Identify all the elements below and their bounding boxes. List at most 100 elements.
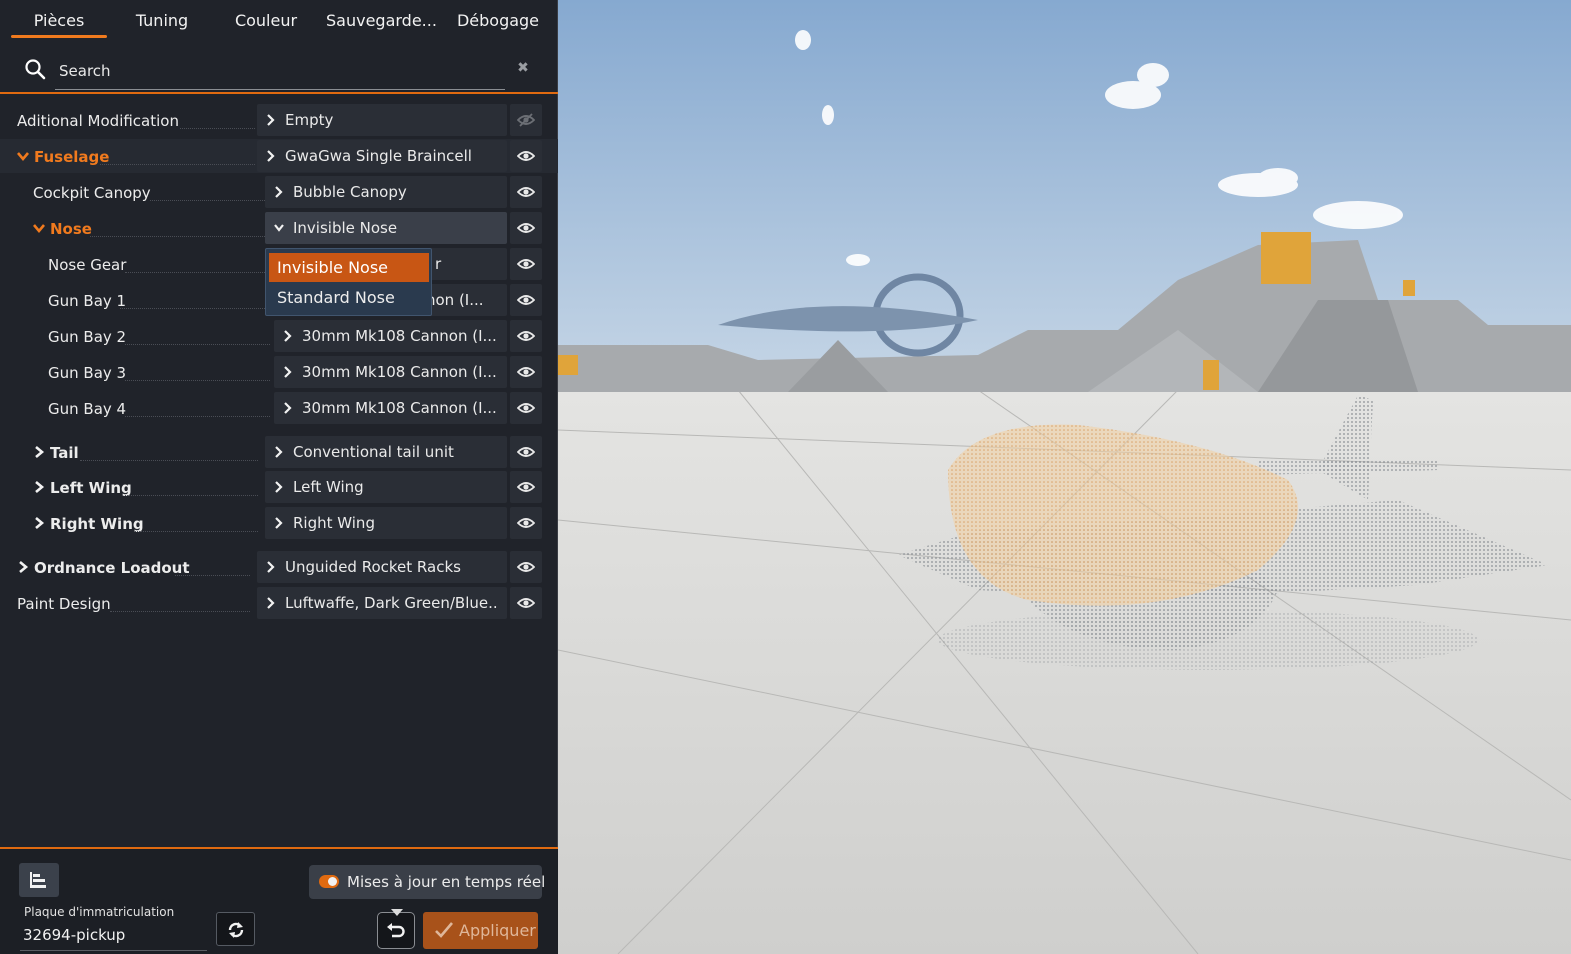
chevron-down-icon <box>274 224 284 232</box>
leader-dots <box>100 164 255 165</box>
chevron-down-icon[interactable] <box>17 150 29 162</box>
eye-icon <box>517 562 535 572</box>
chevron-right-icon <box>275 446 283 458</box>
part-select-paint-design[interactable]: Luftwaffe, Dark Green/Blue... <box>257 587 507 619</box>
eye-icon <box>517 598 535 608</box>
tab-tuning[interactable]: Tuning <box>120 0 204 40</box>
view-mode-button[interactable] <box>19 863 59 897</box>
part-label[interactable]: Left Wing <box>50 470 132 504</box>
search-bar: ✖ <box>0 46 558 94</box>
toggle-switch[interactable] <box>319 875 339 888</box>
part-value: 30mm Mk108 Cannon (I... <box>302 399 497 417</box>
part-value: Bubble Canopy <box>293 183 407 201</box>
part-select-right-wing[interactable]: Right Wing <box>265 507 507 539</box>
part-label: Cockpit Canopy <box>33 184 151 202</box>
eye-icon <box>517 187 535 197</box>
part-select-ordnance-loadout[interactable]: Unguided Rocket Racks <box>257 551 507 583</box>
part-row-paint-design: Paint Design Luftwaffe, Dark Green/Blue..… <box>0 586 558 620</box>
checkmark-icon <box>435 922 453 938</box>
part-select-aditional-modification[interactable]: Empty <box>257 104 507 136</box>
eye-icon <box>517 151 535 161</box>
dropdown-option-invisible-nose[interactable]: Invisible Nose <box>269 253 429 282</box>
part-value: Right Wing <box>293 514 375 532</box>
part-label[interactable]: Right Wing <box>50 506 144 540</box>
part-select-tail[interactable]: Conventional tail unit <box>265 436 507 468</box>
part-select-gun-bay-2[interactable]: 30mm Mk108 Cannon (I... <box>274 320 507 352</box>
part-label[interactable]: Fuselage <box>34 139 109 173</box>
visibility-toggle[interactable] <box>510 356 542 388</box>
chevron-right-icon <box>275 186 283 198</box>
tab-couleur[interactable]: Couleur <box>222 0 310 40</box>
part-value: Unguided Rocket Racks <box>285 558 461 576</box>
part-label: Gun Bay 4 <box>48 400 127 418</box>
part-select-gun-bay-4[interactable]: 30mm Mk108 Cannon (I... <box>274 392 507 424</box>
chevron-right-icon <box>284 330 292 342</box>
leader-dots <box>120 308 265 309</box>
leader-dots <box>125 495 258 496</box>
chevron-down-icon[interactable] <box>33 222 45 234</box>
leader-dots <box>125 380 270 381</box>
tab-debogage[interactable]: Débogage <box>450 0 546 40</box>
leader-dots <box>110 611 250 612</box>
tab-sauvegarde[interactable]: Sauvegarde... <box>326 0 437 40</box>
clear-search-icon[interactable]: ✖ <box>511 56 535 80</box>
apply-button[interactable]: Appliquer <box>423 912 538 949</box>
part-select-fuselage[interactable]: GwaGwa Single Braincell <box>257 140 507 172</box>
realtime-updates-label: Mises à jour en temps réel <box>347 873 546 891</box>
part-label: Gun Bay 1 <box>48 292 127 310</box>
undo-button[interactable] <box>377 909 415 949</box>
visibility-toggle[interactable] <box>510 284 542 316</box>
chevron-right-icon <box>267 114 275 126</box>
part-label: Gun Bay 2 <box>48 328 127 346</box>
refresh-icon <box>228 922 244 938</box>
visibility-toggle[interactable] <box>510 104 542 136</box>
leader-dots <box>125 272 265 273</box>
eye-icon <box>517 331 535 341</box>
part-label[interactable]: Nose <box>50 211 92 245</box>
visibility-toggle[interactable] <box>510 248 542 280</box>
visibility-toggle[interactable] <box>510 551 542 583</box>
part-label[interactable]: Ordnance Loadout <box>34 550 190 584</box>
part-value: Conventional tail unit <box>293 443 454 461</box>
part-row-gun-bay-2: Gun Bay 2 30mm Mk108 Cannon (I... <box>0 319 558 353</box>
chevron-right-icon[interactable] <box>17 561 29 573</box>
part-select-cockpit-canopy[interactable]: Bubble Canopy <box>265 176 507 208</box>
part-label[interactable]: Tail <box>50 435 79 469</box>
part-select-nose[interactable]: Invisible Nose <box>265 212 507 244</box>
visibility-toggle[interactable] <box>510 140 542 172</box>
eye-icon <box>517 403 535 413</box>
visibility-toggle[interactable] <box>510 212 542 244</box>
search-input[interactable] <box>55 52 505 90</box>
realtime-updates-toggle[interactable]: Mises à jour en temps réel <box>309 865 546 899</box>
visibility-toggle[interactable] <box>510 176 542 208</box>
chevron-right-icon[interactable] <box>33 481 45 493</box>
visibility-toggle[interactable] <box>510 471 542 503</box>
part-row-cockpit-canopy: Cockpit Canopy Bubble Canopy <box>0 175 558 209</box>
vehicle-3d-viewport[interactable] <box>558 0 1571 954</box>
apply-label: Appliquer <box>459 921 536 940</box>
eye-off-icon <box>517 113 535 127</box>
visibility-toggle[interactable] <box>510 436 542 468</box>
dropdown-option-standard-nose[interactable]: Standard Nose <box>269 283 429 312</box>
chevron-right-icon <box>275 517 283 529</box>
tab-bar: Pièces Tuning Couleur Sauvegarde... Débo… <box>0 0 558 40</box>
chevron-right-icon[interactable] <box>33 446 45 458</box>
visibility-toggle[interactable] <box>510 392 542 424</box>
randomize-plate-button[interactable] <box>216 912 255 946</box>
undo-icon <box>387 923 405 938</box>
part-select-gun-bay-3[interactable]: 30mm Mk108 Cannon (I... <box>274 356 507 388</box>
tab-pieces[interactable]: Pièces <box>11 0 107 40</box>
license-plate-field[interactable] <box>20 919 207 951</box>
part-row-right-wing: Right Wing Right Wing <box>0 506 558 540</box>
chevron-right-icon[interactable] <box>33 517 45 529</box>
part-value: 30mm Mk108 Cannon (I... <box>302 363 497 381</box>
visibility-toggle[interactable] <box>510 507 542 539</box>
part-value: Luftwaffe, Dark Green/Blue... <box>285 594 499 612</box>
visibility-toggle[interactable] <box>510 587 542 619</box>
part-label: Nose Gear <box>48 256 127 274</box>
part-select-left-wing[interactable]: Left Wing <box>265 471 507 503</box>
eye-icon <box>517 295 535 305</box>
visibility-toggle[interactable] <box>510 320 542 352</box>
eye-icon <box>517 518 535 528</box>
leader-dots <box>180 128 255 129</box>
